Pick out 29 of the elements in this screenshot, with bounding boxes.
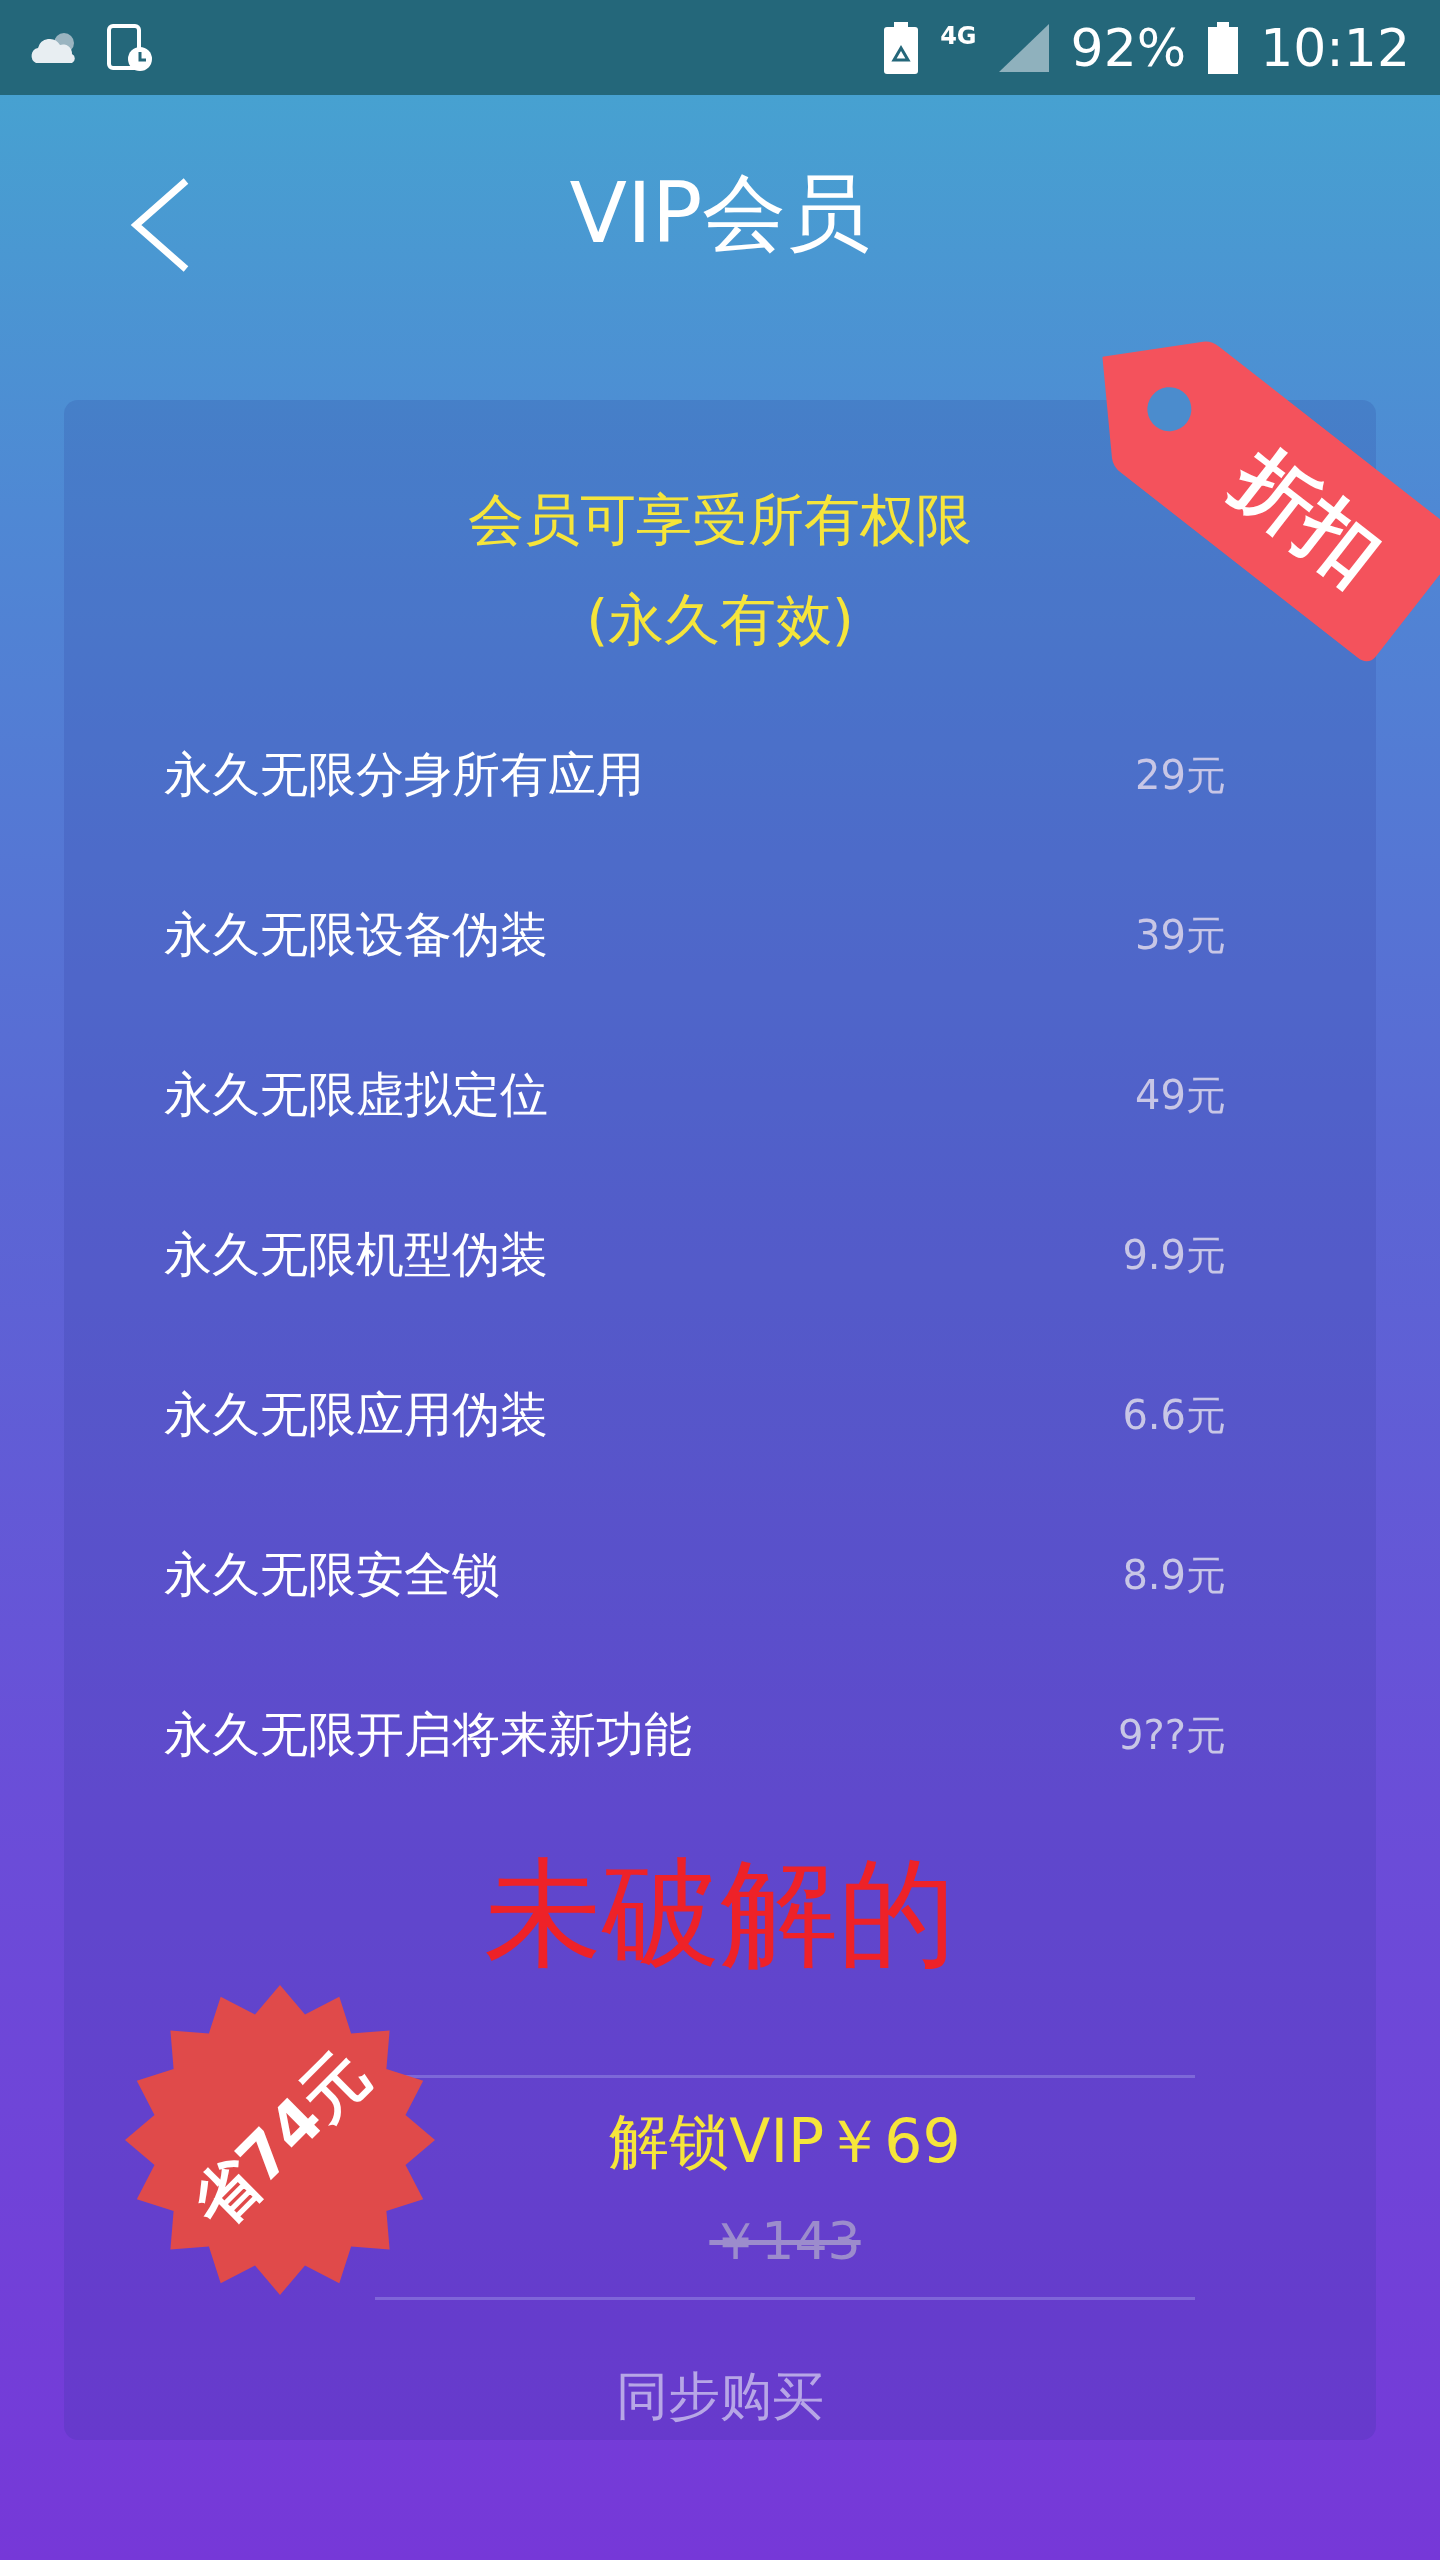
annotation-text: 未破解的 (484, 1843, 956, 1984)
feature-price: 49元 (1135, 1070, 1226, 1120)
feature-name: 永久无限分身所有应用 (164, 745, 644, 804)
feature-name: 永久无限设备伪装 (164, 905, 548, 964)
restore-purchase-link[interactable]: 同步购买 (616, 2362, 824, 2432)
original-price: ￥143 (709, 2210, 861, 2273)
clock: 10:12 (1260, 17, 1410, 78)
feature-price: 39元 (1135, 910, 1226, 960)
signal-icon (998, 23, 1049, 72)
page-title: VIP会员 (569, 163, 871, 264)
network-type: 4G (940, 22, 977, 50)
feature-name: 永久无限应用伪装 (164, 1385, 548, 1444)
card-heading: (永久有效) (586, 586, 854, 654)
battery-icon (1208, 21, 1239, 74)
feature-price: 8.9元 (1122, 1550, 1226, 1600)
buy-vip-button[interactable]: 解锁VIP￥69 (609, 2102, 961, 2183)
savings-badge: 省74元 (125, 1985, 435, 2295)
feature-name: 永久无限安全锁 (164, 1545, 500, 1604)
feature-price: 9.9元 (1122, 1230, 1226, 1280)
feature-price: 29元 (1135, 750, 1226, 800)
tablet-clock-icon (106, 22, 154, 73)
feature-price: 6.6元 (1122, 1390, 1226, 1440)
card-heading: 会员可享受所有权限 (468, 486, 972, 554)
battery-percent: 92% (1070, 17, 1187, 78)
feature-name: 永久无限机型伪装 (164, 1225, 548, 1284)
battery-saver-icon (884, 21, 919, 74)
feature-name: 永久无限开启将来新功能 (164, 1705, 692, 1764)
feature-price: 9??元 (1118, 1710, 1226, 1760)
feature-name: 永久无限虚拟定位 (164, 1065, 548, 1124)
